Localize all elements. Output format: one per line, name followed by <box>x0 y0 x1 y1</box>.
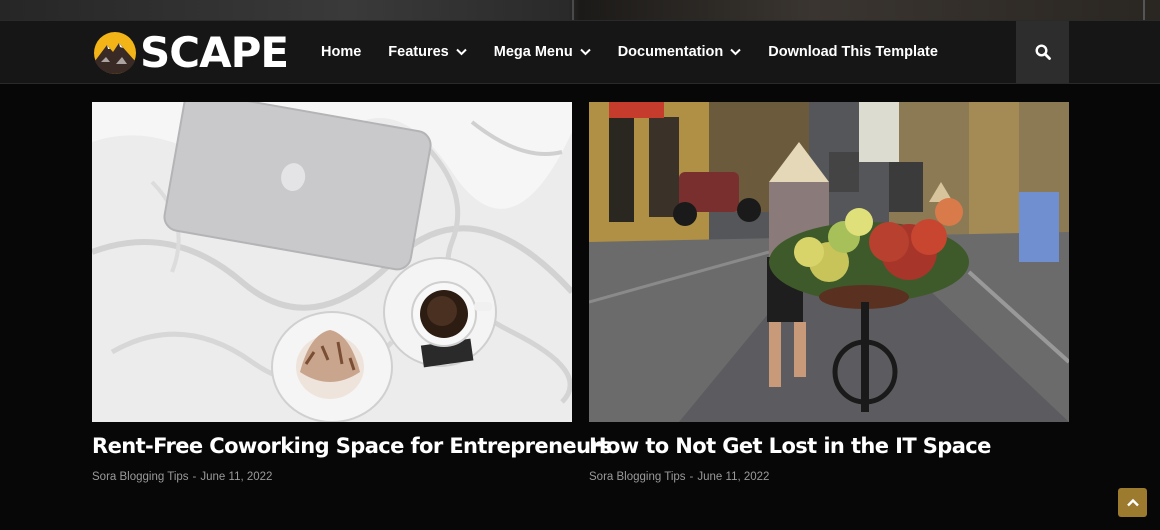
nav-item-label: Features <box>388 44 449 60</box>
search-button[interactable] <box>1016 21 1069 83</box>
post-meta: Sora Blogging Tips - June 11, 2022 <box>589 471 1069 483</box>
nav-item-label: Documentation <box>617 44 724 60</box>
chevron-up-icon <box>1126 498 1139 507</box>
site-logo[interactable]: SCAPE <box>92 28 289 77</box>
nav-item-features[interactable]: Features <box>388 44 467 60</box>
top-strip-tick <box>1143 0 1145 20</box>
post-date: June 11, 2022 <box>697 471 770 483</box>
nav-item-label: Home <box>321 44 362 60</box>
navbar: SCAPE Home Features Mega Menu Documentat… <box>0 20 1160 84</box>
nav-item-home[interactable]: Home <box>321 44 361 60</box>
nav-item-label: Mega Menu <box>493 44 573 60</box>
chevron-down-icon <box>456 48 467 56</box>
post-meta: Sora Blogging Tips - June 11, 2022 <box>92 471 572 483</box>
nav-item-download-template[interactable]: Download This Template <box>768 44 938 60</box>
top-strip <box>0 0 1160 20</box>
back-to-top-button[interactable] <box>1118 488 1147 517</box>
street-vendor-bicycle-photo[interactable] <box>589 102 1069 422</box>
post-date: June 11, 2022 <box>200 471 273 483</box>
post-card: How to Not Get Lost in the IT Space Sora… <box>589 102 1069 483</box>
post-author[interactable]: Sora Blogging Tips <box>92 471 189 483</box>
nav-item-label: Download This Template <box>768 44 938 60</box>
chevron-down-icon <box>579 48 591 56</box>
laptop-coffee-bed-photo[interactable] <box>92 102 572 422</box>
post-author[interactable]: Sora Blogging Tips <box>589 471 686 483</box>
post-title[interactable]: How to Not Get Lost in the IT Space <box>589 433 1069 459</box>
post-card: Rent-Free Coworking Space for Entreprene… <box>92 102 613 483</box>
nav-item-documentation[interactable]: Documentation <box>618 44 742 60</box>
mountain-badge-icon <box>94 32 136 74</box>
chevron-down-icon <box>730 48 741 56</box>
logo-text: SCAPE <box>140 28 289 77</box>
meta-separator: - <box>192 471 197 483</box>
search-icon <box>1034 44 1051 60</box>
top-strip-divider <box>572 0 574 20</box>
post-title[interactable]: Rent-Free Coworking Space for Entreprene… <box>92 433 613 459</box>
meta-separator: - <box>689 471 694 483</box>
nav-item-mega-menu[interactable]: Mega Menu <box>494 44 591 60</box>
main-menu: Home Features Mega Menu Documentation Do… <box>321 21 965 83</box>
